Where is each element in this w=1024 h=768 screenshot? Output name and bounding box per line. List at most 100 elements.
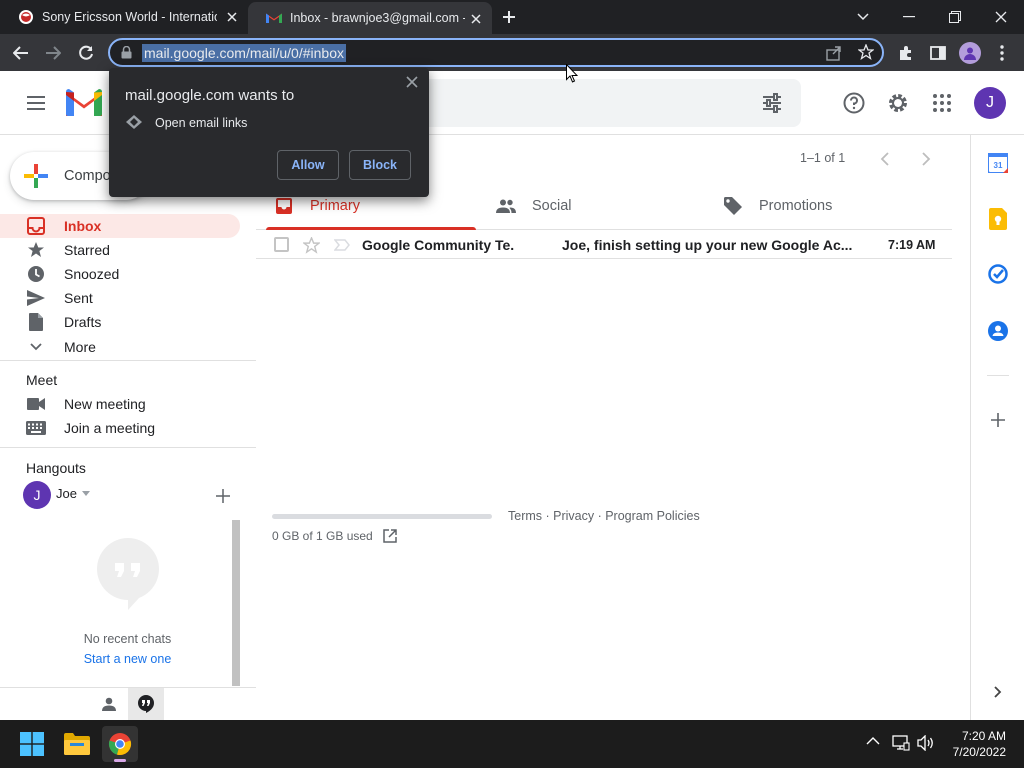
chevron-up-icon	[866, 737, 880, 745]
tab-social[interactable]: Social	[496, 182, 572, 230]
sidebar-item-label: Sent	[64, 290, 93, 306]
gmail-logo-icon[interactable]	[66, 89, 102, 116]
storage-info: 0 GB of 1 GB used	[272, 529, 397, 543]
protocol-handler-icon	[126, 115, 142, 129]
address-bar[interactable]: mail.google.com/mail/u/0/#inbox	[108, 38, 884, 67]
tasks-icon[interactable]	[987, 263, 1009, 285]
storage-text: 0 GB of 1 GB used	[272, 529, 373, 543]
show-side-panel-button[interactable]	[987, 681, 1009, 703]
restore-button[interactable]	[932, 0, 978, 34]
email-checkbox[interactable]	[274, 237, 289, 252]
close-icon	[995, 11, 1007, 23]
contacts-tab-icon[interactable]	[102, 697, 116, 711]
close-popup-icon[interactable]	[406, 76, 418, 88]
chrome-taskbar-button[interactable]	[102, 726, 138, 762]
share-icon[interactable]	[826, 45, 842, 61]
forward-button[interactable]	[42, 42, 64, 64]
email-time: 7:19 AM	[888, 238, 936, 252]
apps-button[interactable]	[930, 91, 954, 115]
email-row[interactable]: Google Community Te. Joe, finish setting…	[256, 231, 952, 259]
tab-title: Sony Ericsson World - International	[42, 10, 217, 24]
hangouts-user[interactable]: Joe	[56, 486, 90, 501]
system-clock[interactable]: 7:20 AM 7/20/2022	[953, 728, 1006, 760]
reload-button[interactable]	[75, 42, 97, 64]
footer-links[interactable]: Terms · Privacy · Program Policies	[508, 509, 700, 523]
sidebar-item-sent[interactable]: Sent	[0, 286, 240, 310]
chevron-down-icon	[26, 337, 46, 357]
search-bar[interactable]	[420, 79, 801, 127]
tab-promotions[interactable]: Promotions	[723, 182, 832, 230]
star-toggle-icon[interactable]	[303, 237, 320, 254]
folder-icon	[64, 733, 90, 755]
hangouts-scrollbar[interactable]	[232, 520, 240, 686]
side-panel: 31	[970, 135, 1024, 720]
clock-time: 7:20 AM	[961, 729, 1006, 743]
older-button[interactable]	[880, 152, 890, 166]
add-chat-button[interactable]	[216, 489, 230, 503]
reload-icon	[79, 45, 93, 60]
hangouts-tab-button[interactable]	[128, 688, 164, 720]
restore-icon	[949, 11, 961, 23]
minimize-icon	[903, 16, 915, 18]
importance-marker-icon[interactable]	[334, 239, 350, 251]
new-tab-button[interactable]	[498, 6, 520, 28]
bookmark-star-icon[interactable]	[858, 44, 874, 60]
account-avatar[interactable]: J	[974, 87, 1006, 119]
hangouts-avatar[interactable]: J	[23, 481, 51, 509]
back-button[interactable]	[10, 42, 32, 64]
contacts-icon[interactable]	[987, 320, 1009, 342]
sidebar-item-label: Starred	[64, 242, 110, 258]
mouse-cursor-icon	[566, 64, 578, 83]
volume-icon[interactable]	[917, 735, 935, 751]
active-indicator	[114, 759, 126, 762]
no-chats-text: No recent chats	[83, 632, 172, 646]
settings-button[interactable]	[886, 91, 910, 115]
main-menu-button[interactable]	[24, 91, 48, 115]
allow-button[interactable]: Allow	[277, 150, 339, 180]
support-button[interactable]	[842, 91, 866, 115]
start-new-chat-link[interactable]: Start a new one	[0, 652, 255, 666]
sidebar-item-label: More	[64, 339, 96, 355]
search-options-icon[interactable]	[762, 93, 782, 113]
browser-tab-gmail[interactable]: Inbox - brawnjoe3@gmail.com - Gmail	[248, 2, 492, 34]
url-text[interactable]: mail.google.com/mail/u/0/#inbox	[142, 44, 346, 62]
compose-plus-icon	[24, 164, 48, 188]
close-tab-icon[interactable]	[468, 11, 484, 27]
tag-icon	[723, 196, 743, 216]
sidebar-item-drafts[interactable]: Drafts	[0, 310, 240, 334]
calendar-icon[interactable]: 31	[987, 152, 1009, 174]
sidebar-item-inbox[interactable]: Inbox	[0, 214, 240, 238]
newer-button[interactable]	[921, 152, 931, 166]
browser-tab-sony[interactable]: Sony Ericsson World - International	[0, 0, 248, 34]
gmail-favicon-icon	[266, 12, 282, 24]
close-window-button[interactable]	[978, 0, 1024, 34]
apps-grid-icon	[933, 94, 951, 112]
lock-icon[interactable]	[121, 46, 132, 59]
file-explorer-button[interactable]	[59, 726, 95, 762]
tab-label: Promotions	[759, 198, 833, 214]
new-meeting-item[interactable]: New meeting	[0, 392, 240, 416]
sidebar-item-starred[interactable]: Starred	[0, 238, 240, 262]
chrome-menu-button[interactable]	[991, 42, 1013, 64]
show-hidden-icons-button[interactable]	[866, 736, 880, 745]
profile-button[interactable]	[959, 42, 981, 64]
hangouts-user-name: Joe	[56, 486, 77, 501]
join-meeting-item[interactable]: Join a meeting	[0, 416, 240, 440]
tab-title: Inbox - brawnjoe3@gmail.com - Gmail	[290, 11, 465, 25]
sidebar-item-snoozed[interactable]: Snoozed	[0, 262, 240, 286]
keep-icon[interactable]	[987, 208, 1009, 230]
sidebar-item-label: Join a meeting	[64, 420, 156, 436]
sidebar-item-more[interactable]: More	[0, 335, 240, 359]
network-icon[interactable]	[892, 735, 910, 751]
extensions-button[interactable]	[895, 42, 917, 64]
minimize-button[interactable]	[886, 0, 932, 34]
popup-title: mail.google.com wants to	[125, 87, 295, 104]
start-button[interactable]	[14, 726, 50, 762]
side-panel-button[interactable]	[927, 42, 949, 64]
block-button[interactable]: Block	[349, 150, 411, 180]
get-addons-button[interactable]	[987, 409, 1009, 431]
inbox-icon	[274, 196, 294, 216]
inbox-icon	[26, 216, 46, 236]
tab-search-button[interactable]	[840, 0, 886, 34]
close-tab-icon[interactable]	[224, 9, 240, 25]
